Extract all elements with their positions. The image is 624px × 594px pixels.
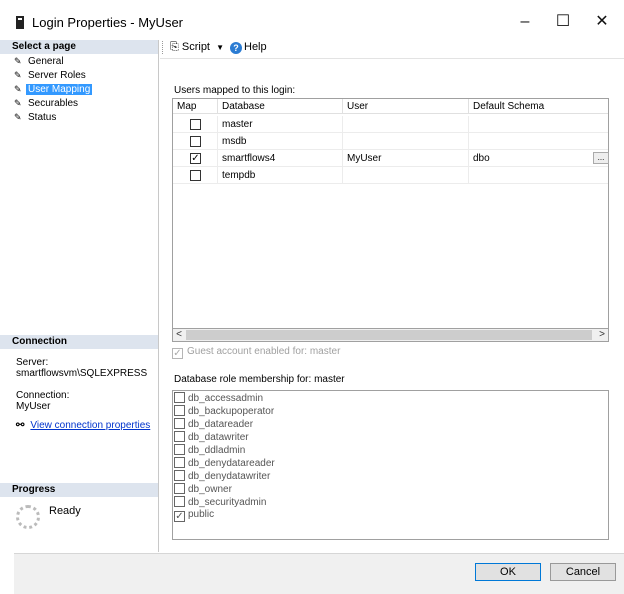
- schema-cell[interactable]: [469, 116, 608, 133]
- map-checkbox-msdb[interactable]: [190, 136, 201, 147]
- role-checkbox[interactable]: [174, 496, 185, 507]
- progress-header: Progress: [0, 483, 158, 497]
- role-checkbox[interactable]: [174, 431, 185, 442]
- role-checkbox[interactable]: [174, 444, 185, 455]
- wrench-icon: ✎: [14, 84, 22, 94]
- scroll-left-icon[interactable]: <: [172, 328, 186, 342]
- page-item-general[interactable]: ✎ General: [14, 54, 66, 68]
- schema-cell[interactable]: [469, 167, 608, 184]
- role-item-db-ddladmin[interactable]: db_ddladmin: [174, 444, 245, 457]
- wrench-icon: ✎: [14, 112, 22, 122]
- role-checkbox[interactable]: [174, 470, 185, 481]
- connection-value: MyUser: [16, 401, 51, 412]
- scrollbar-thumb[interactable]: [186, 330, 592, 340]
- map-checkbox-tempdb[interactable]: [190, 170, 201, 181]
- role-item-db-backupoperator[interactable]: db_backupoperator: [174, 405, 274, 418]
- role-item-db-denydatawriter[interactable]: db_denydatawriter: [174, 470, 270, 483]
- database-cell[interactable]: master: [218, 116, 343, 133]
- page-item-status[interactable]: ✎ Status: [14, 110, 58, 124]
- role-item-db-denydatareader[interactable]: db_denydatareader: [174, 457, 275, 470]
- guest-account-label: Guest account enabled for: master: [187, 346, 341, 357]
- ok-button[interactable]: OK: [475, 563, 541, 581]
- role-checkbox[interactable]: [174, 418, 185, 429]
- window-title: Login Properties - MyUser: [32, 15, 183, 30]
- progress-spinner-icon: [16, 505, 40, 529]
- script-button[interactable]: ⎘ Script ▼: [170, 41, 224, 54]
- server-value: smartflowsvm\SQLEXPRESS: [16, 368, 148, 379]
- select-page-header: Select a page: [0, 40, 158, 54]
- role-item-public[interactable]: ✓ public: [174, 509, 214, 522]
- column-header-default-schema[interactable]: Default Schema: [469, 99, 608, 114]
- users-mapped-label: Users mapped to this login:: [174, 85, 296, 96]
- chevron-down-icon: ▼: [216, 43, 224, 52]
- role-item-db-accessadmin[interactable]: db_accessadmin: [174, 392, 263, 405]
- minimize-button[interactable]: –: [505, 8, 545, 36]
- close-button[interactable]: ✕: [582, 8, 622, 36]
- database-cell[interactable]: msdb: [218, 133, 343, 150]
- scroll-right-icon[interactable]: >: [595, 328, 609, 342]
- connection-properties-icon: ⚯: [16, 420, 25, 431]
- role-checkbox[interactable]: [174, 392, 185, 403]
- connection-label: Connection:: [16, 390, 70, 401]
- help-icon: ?: [230, 42, 242, 54]
- schema-cell[interactable]: [469, 133, 608, 150]
- user-cell[interactable]: [343, 116, 469, 133]
- user-cell[interactable]: [343, 133, 469, 150]
- map-checkbox-smartflows4[interactable]: ✓: [190, 153, 201, 164]
- role-item-db-datareader[interactable]: db_datareader: [174, 418, 253, 431]
- role-item-db-datawriter[interactable]: db_datawriter: [174, 431, 249, 444]
- page-item-user-mapping[interactable]: ✎ User Mapping: [14, 82, 93, 96]
- role-membership-label: Database role membership for: master: [174, 374, 345, 385]
- cancel-button[interactable]: Cancel: [550, 563, 616, 581]
- column-header-user[interactable]: User: [343, 99, 469, 114]
- database-cell[interactable]: tempdb: [218, 167, 343, 184]
- column-header-database[interactable]: Database: [218, 99, 343, 114]
- wrench-icon: ✎: [14, 70, 22, 80]
- wrench-icon: ✎: [14, 98, 22, 108]
- guest-account-checkbox[interactable]: ✓: [172, 348, 183, 359]
- page-item-securables[interactable]: ✎ Securables: [14, 96, 80, 110]
- server-label: Server:: [16, 357, 49, 368]
- connection-header: Connection: [0, 335, 158, 349]
- role-checkbox[interactable]: [174, 457, 185, 468]
- view-connection-row: ⚯ View connection properties: [16, 420, 150, 431]
- column-header-map[interactable]: Map: [173, 99, 218, 114]
- database-cell[interactable]: smartflows4: [218, 150, 343, 167]
- wrench-icon: ✎: [14, 56, 22, 66]
- guest-account-row: ✓ Guest account enabled for: master: [172, 346, 340, 359]
- script-icon: ⎘: [170, 41, 179, 53]
- user-cell[interactable]: [343, 167, 469, 184]
- toolbar-grip: [162, 41, 165, 54]
- user-cell[interactable]: MyUser: [343, 150, 469, 167]
- schema-browse-button[interactable]: ...: [593, 152, 609, 164]
- maximize-button[interactable]: ☐: [543, 8, 583, 36]
- page-item-server-roles[interactable]: ✎ Server Roles: [14, 68, 88, 82]
- app-icon: [16, 16, 24, 29]
- help-button[interactable]: ? Help: [230, 41, 267, 54]
- schema-cell[interactable]: dbo: [469, 150, 608, 167]
- progress-status: Ready: [49, 505, 81, 517]
- role-checkbox[interactable]: [174, 483, 185, 494]
- role-item-db-owner[interactable]: db_owner: [174, 483, 232, 496]
- view-connection-properties-link[interactable]: View connection properties: [30, 420, 150, 431]
- role-checkbox[interactable]: ✓: [174, 511, 185, 522]
- map-checkbox-master[interactable]: [190, 119, 201, 130]
- role-checkbox[interactable]: [174, 405, 185, 416]
- role-item-db-securityadmin[interactable]: db_securityadmin: [174, 496, 266, 509]
